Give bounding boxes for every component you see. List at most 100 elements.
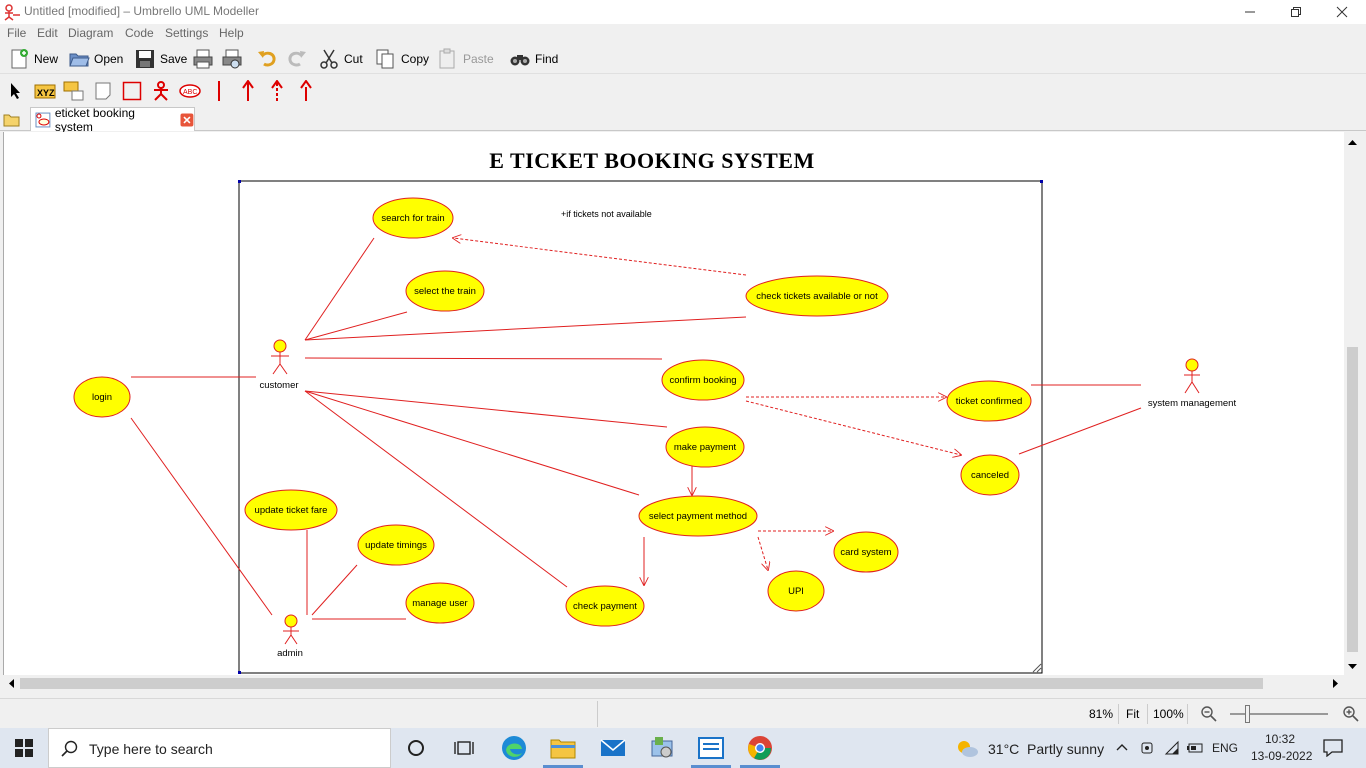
zoom-slider-handle[interactable]	[1245, 705, 1250, 723]
usecase-ticket-confirmed[interactable]: ticket confirmed	[946, 380, 1032, 422]
menu-edit[interactable]: Edit	[37, 26, 58, 40]
vertical-scrollbar[interactable]	[1344, 132, 1361, 675]
diagram-canvas[interactable]: E TICKET BOOKING SYSTEM +if tickets not …	[3, 132, 1344, 675]
paste-button[interactable]: Paste	[437, 48, 494, 70]
usecase-card-system[interactable]: card system	[833, 531, 899, 573]
usecase-tool[interactable]: ABC	[178, 80, 202, 102]
assoc-customer-method[interactable]	[304, 390, 640, 496]
usecase-confirm-booking[interactable]: confirm booking	[661, 359, 745, 401]
save-button[interactable]: Save	[134, 48, 187, 70]
scroll-down-icon[interactable]	[1344, 658, 1361, 675]
clock-date[interactable]: 13-09-2022	[1251, 749, 1312, 763]
open-button[interactable]: Open	[68, 48, 123, 70]
boundary-handle-bl[interactable]	[238, 671, 241, 674]
actor-system-management[interactable]: system management	[1148, 358, 1237, 409]
clock-time[interactable]: 10:32	[1265, 732, 1295, 746]
tab-eticket-booking-system[interactable]: eticket booking system	[30, 106, 195, 134]
directional-association-tool[interactable]	[236, 80, 260, 102]
restore-button[interactable]	[1273, 0, 1319, 24]
task-view-icon[interactable]	[454, 739, 474, 757]
boundary-handle-tl[interactable]	[238, 180, 241, 183]
meet-now-icon[interactable]	[1140, 740, 1156, 756]
usecase-check-payment[interactable]: check payment	[565, 585, 645, 627]
battery-icon[interactable]	[1186, 740, 1204, 756]
close-tab-icon[interactable]	[180, 113, 194, 127]
dependency-tool[interactable]	[265, 80, 289, 102]
zoom-slider[interactable]	[1230, 705, 1328, 723]
weather-text[interactable]: 31°C Partly sunny	[988, 741, 1104, 757]
taskbar-search-box[interactable]: Type here to search	[48, 728, 391, 768]
usecase-canceled[interactable]: canceled	[960, 454, 1020, 496]
chrome-icon[interactable]	[747, 735, 773, 761]
minimize-button[interactable]	[1227, 0, 1273, 24]
zoom-fit-button[interactable]: Fit	[1126, 707, 1139, 721]
association-tool[interactable]	[207, 80, 231, 102]
find-button[interactable]: Find	[509, 48, 558, 70]
boundary-handle-tr[interactable]	[1040, 180, 1043, 183]
edge-browser-icon[interactable]	[501, 735, 527, 761]
chevron-up-icon[interactable]	[1115, 741, 1129, 755]
umbrello-taskbar-icon[interactable]	[698, 737, 724, 759]
close-button[interactable]	[1319, 0, 1365, 24]
usecase-diagram[interactable]: E TICKET BOOKING SYSTEM +if tickets not …	[4, 132, 1344, 675]
anchor-tool[interactable]	[62, 80, 86, 102]
dep-confirm-canceled[interactable]	[745, 400, 961, 455]
menu-help[interactable]: Help	[219, 26, 244, 40]
horizontal-scrollbar[interactable]	[3, 675, 1344, 692]
usecase-upi[interactable]: UPI	[767, 570, 825, 612]
boundary-resize-grip[interactable]	[1032, 663, 1042, 673]
usecase-select-the-train[interactable]: select the train	[405, 270, 485, 312]
note-xyz-tool[interactable]: XYZ	[33, 80, 57, 102]
new-button[interactable]: New	[8, 48, 58, 70]
notifications-icon[interactable]	[1323, 739, 1343, 757]
redo-button[interactable]	[286, 48, 312, 70]
assoc-canceled-system[interactable]	[1018, 407, 1142, 455]
usecase-check-tickets-available[interactable]: check tickets available or not	[745, 275, 889, 317]
usecase-search-for-train[interactable]: search for train	[372, 197, 454, 239]
horizontal-scroll-thumb[interactable]	[20, 678, 1263, 689]
cut-button[interactable]: Cut	[318, 48, 363, 70]
generalization-tool[interactable]	[294, 80, 318, 102]
vertical-scroll-thumb[interactable]	[1347, 347, 1358, 652]
usecase-update-timings[interactable]: update timings	[357, 524, 435, 566]
zoom-out-icon[interactable]	[1200, 705, 1218, 723]
scroll-right-icon[interactable]	[1327, 675, 1344, 692]
copy-button[interactable]: Copy	[375, 48, 429, 70]
dep-method-upi[interactable]	[757, 536, 768, 570]
windows-start-icon[interactable]	[15, 739, 33, 757]
menu-diagram[interactable]: Diagram	[68, 26, 113, 40]
assoc-customer-checkpay[interactable]	[304, 390, 568, 588]
print-button[interactable]	[192, 48, 218, 70]
menu-code[interactable]: Code	[125, 26, 154, 40]
mail-icon[interactable]	[600, 738, 626, 758]
assoc-admin-timings[interactable]	[311, 564, 358, 616]
assoc-customer-payment[interactable]	[304, 390, 668, 428]
weather-partly-sunny-icon[interactable]	[955, 738, 979, 758]
undo-button[interactable]	[256, 48, 282, 70]
cortana-icon[interactable]	[407, 739, 425, 757]
print-preview-button[interactable]	[221, 48, 247, 70]
actor-customer[interactable]: customer	[259, 339, 299, 391]
file-explorer-icon[interactable]	[550, 737, 576, 759]
select-tool[interactable]	[4, 80, 28, 102]
usecase-manage-user[interactable]: manage user	[405, 582, 475, 624]
usecase-login[interactable]: login	[73, 376, 131, 418]
menu-file[interactable]: File	[7, 26, 26, 40]
assoc-customer-search[interactable]	[304, 237, 375, 341]
scroll-up-icon[interactable]	[1344, 134, 1361, 151]
note-tool[interactable]	[91, 80, 115, 102]
dep-check-search[interactable]	[453, 238, 747, 276]
zoom-100-button[interactable]: 100%	[1153, 707, 1184, 721]
actor-tool[interactable]	[149, 80, 173, 102]
wifi-icon[interactable]	[1164, 740, 1180, 756]
zoom-in-icon[interactable]	[1342, 705, 1360, 723]
scroll-left-icon[interactable]	[3, 675, 20, 692]
input-language[interactable]: ENG	[1212, 741, 1238, 755]
box-tool[interactable]	[120, 80, 144, 102]
actor-admin[interactable]: admin	[277, 614, 303, 659]
assoc-customer-confirm[interactable]	[304, 357, 663, 360]
usecase-update-ticket-fare[interactable]: update ticket fare	[244, 489, 338, 531]
new-tab-folder-icon[interactable]	[3, 111, 21, 127]
control-panel-icon[interactable]	[649, 735, 675, 761]
usecase-make-payment[interactable]: make payment	[665, 426, 745, 468]
